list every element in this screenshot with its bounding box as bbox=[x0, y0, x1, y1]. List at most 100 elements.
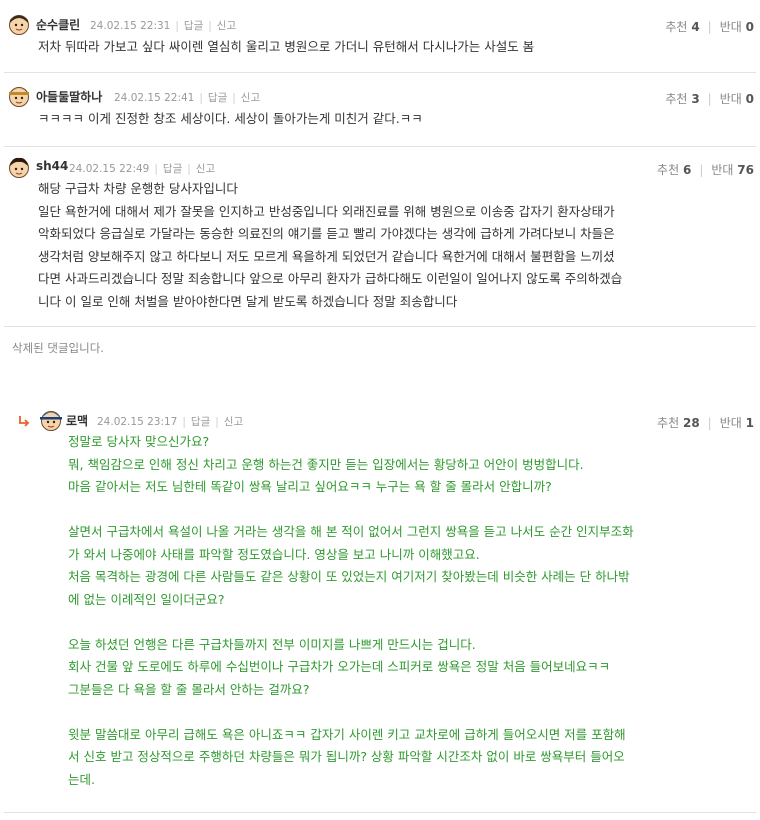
author-name[interactable]: 아들둘딸하나 bbox=[36, 88, 102, 105]
deleted-comment-notice: 삭제된 댓글입니다. bbox=[12, 341, 104, 355]
comment-line: 일단 욕한거에 대해서 제가 잘못을 인지하고 반성중입니다 외래진료를 위해 … bbox=[38, 203, 615, 219]
downvote-count: 1 bbox=[745, 416, 754, 430]
downvote-count: 76 bbox=[737, 163, 754, 177]
comment-line: 처음 목격하는 광경에 다른 사람들도 같은 상황이 또 있었는지 여기저기 찾… bbox=[68, 569, 630, 584]
comment-meta: 24.02.15 22:49 | 답글 | 신고 bbox=[69, 161, 215, 176]
meta-divider: | bbox=[215, 415, 219, 428]
comment-divider bbox=[4, 72, 756, 73]
comment-divider bbox=[4, 812, 756, 813]
reply-link[interactable]: 답글 bbox=[191, 414, 210, 429]
author-name[interactable]: 로맥 bbox=[66, 412, 88, 429]
vote-box: 추천 28 | 반대 1 bbox=[657, 414, 754, 431]
comment-line: 는데. bbox=[68, 771, 95, 787]
vote-box: 추천 3 | 반대 0 bbox=[665, 90, 754, 107]
comment-line: 마음 같아서는 저도 님한테 똑같이 쌍욕 날리고 싶어요ㅋㅋ 누구는 욕 할 … bbox=[68, 479, 552, 494]
report-link[interactable]: 신고 bbox=[196, 161, 215, 176]
author-name[interactable]: sh44 bbox=[36, 159, 68, 173]
vote-divider: | bbox=[707, 19, 712, 34]
comment-meta: 24.02.15 22:31 | 답글 | 신고 bbox=[90, 18, 236, 33]
comment-body: 해당 구급차 차량 운행한 당사자입니다 일단 욕한거에 대해서 제가 잘못을 … bbox=[38, 178, 622, 313]
comment-date: 24.02.15 22:31 bbox=[90, 19, 171, 32]
upvote-label: 추천 bbox=[665, 20, 688, 34]
meta-divider: | bbox=[187, 162, 191, 175]
meta-divider: | bbox=[154, 162, 158, 175]
vote-divider: | bbox=[699, 162, 704, 177]
comment-meta: 24.02.15 22:41 | 답글 | 신고 bbox=[114, 90, 260, 105]
comment-line: 가 와서 나중에야 사태를 파악할 정도였습니다. 영상을 보고 나니까 이해했… bbox=[68, 546, 480, 562]
upvote-button[interactable]: 추천 3 bbox=[665, 90, 699, 107]
comment-date: 24.02.15 22:41 bbox=[114, 91, 195, 104]
downvote-count: 0 bbox=[745, 20, 754, 34]
comment-divider bbox=[4, 146, 756, 147]
avatar[interactable] bbox=[8, 13, 30, 35]
meta-divider: | bbox=[232, 91, 236, 104]
downvote-label: 반대 bbox=[719, 416, 742, 430]
upvote-button[interactable]: 추천 28 bbox=[657, 414, 700, 431]
comment-date: 24.02.15 22:49 bbox=[69, 162, 150, 175]
comment-line: 생각처럼 양보해주지 않고 하다보니 저도 모르게 욕을하게 되었던거 같습니다… bbox=[38, 248, 615, 264]
upvote-count: 6 bbox=[682, 163, 692, 177]
comment-body: ㅋㅋㅋㅋ 이게 진정한 창조 세상이다. 세상이 돌아가는게 미친거 같다.ㅋㅋ bbox=[38, 108, 423, 131]
vote-divider: | bbox=[707, 415, 712, 430]
comment-line: 해당 구급차 차량 운행한 당사자입니다 bbox=[38, 181, 238, 196]
avatar[interactable] bbox=[8, 85, 30, 107]
comment-line: 다면 사과드리겠습니다 정말 죄송합니다 앞으로 아무리 환자가 급하다해도 이… bbox=[38, 271, 623, 286]
comment-body: 정말로 당사자 맞으신가요? 뭐, 책임감으로 인해 정신 차리고 운행 하는건… bbox=[68, 431, 634, 791]
report-link[interactable]: 신고 bbox=[241, 90, 260, 105]
comment-line: ㅋㅋㅋㅋ 이게 진정한 창조 세상이다. 세상이 돌아가는게 미친거 같다.ㅋㅋ bbox=[38, 111, 423, 126]
upvote-label: 추천 bbox=[657, 163, 680, 177]
upvote-count: 4 bbox=[691, 20, 700, 34]
comment-item: 순수클린 24.02.15 22:31 | 답글 | 신고 추천 4 | 반대 … bbox=[0, 0, 760, 70]
upvote-count: 28 bbox=[682, 416, 700, 430]
vote-box: 추천 4 | 반대 0 bbox=[665, 18, 754, 35]
reply-link[interactable]: 답글 bbox=[208, 90, 227, 105]
vote-divider: | bbox=[707, 91, 712, 106]
comment-item: sh44 24.02.15 22:49 | 답글 | 신고 추천 6 | 반대 … bbox=[0, 148, 760, 324]
comment-line: 뭐, 책임감으로 인해 정신 차리고 운행 하는건 좋지만 듣는 입장에서는 황… bbox=[68, 456, 584, 472]
reply-comment-item: 로맥 24.02.15 23:17 | 답글 | 신고 추천 28 | 반대 1… bbox=[0, 400, 760, 810]
report-link[interactable]: 신고 bbox=[217, 18, 236, 33]
comment-meta: 24.02.15 23:17 | 답글 | 신고 bbox=[97, 414, 243, 429]
comment-line: 악화되었다 응급실로 가달라는 동승한 의료진의 얘기를 듣고 빨리 가야겠다는… bbox=[38, 226, 615, 241]
downvote-label: 반대 bbox=[719, 92, 742, 106]
avatar[interactable] bbox=[8, 156, 30, 178]
avatar[interactable] bbox=[40, 409, 62, 431]
downvote-count: 0 bbox=[745, 92, 754, 106]
comment-line: 회사 건물 앞 도로에도 하루에 수십번이나 구급차가 오가는데 스피커로 쌍욕… bbox=[68, 659, 611, 674]
vote-box: 추천 6 | 반대 76 bbox=[657, 161, 754, 178]
comment-line: 에 없는 이례적인 일이더군요? bbox=[68, 591, 225, 607]
downvote-button[interactable]: 반대 0 bbox=[720, 18, 754, 35]
comment-line: 니다 이 일로 인해 처벌을 받아야한다면 달게 받도록 하겠습니다 정말 죄송… bbox=[38, 293, 458, 309]
meta-divider: | bbox=[175, 19, 179, 32]
reply-arrow-icon bbox=[19, 416, 30, 427]
comment-item: 아들둘딸하나 24.02.15 22:41 | 답글 | 신고 추천 3 | 반… bbox=[0, 74, 760, 144]
downvote-label: 반대 bbox=[719, 20, 742, 34]
comment-divider bbox=[4, 326, 756, 327]
downvote-button[interactable]: 반대 0 bbox=[720, 90, 754, 107]
downvote-button[interactable]: 반대 1 bbox=[720, 414, 754, 431]
downvote-label: 반대 bbox=[711, 163, 734, 177]
comment-line: 저차 뒤따라 가보고 싶다 싸이렌 열심히 울리고 병원으로 가더니 유턴해서 … bbox=[38, 39, 535, 54]
comment-date: 24.02.15 23:17 bbox=[97, 415, 178, 428]
comment-body: 저차 뒤따라 가보고 싶다 싸이렌 열심히 울리고 병원으로 가더니 유턴해서 … bbox=[38, 36, 534, 59]
upvote-label: 추천 bbox=[665, 92, 688, 106]
downvote-button[interactable]: 반대 76 bbox=[711, 161, 754, 178]
comment-line: 정말로 당사자 맞으신가요? bbox=[68, 434, 210, 449]
upvote-button[interactable]: 추천 4 bbox=[665, 18, 699, 35]
reply-link[interactable]: 답글 bbox=[184, 18, 203, 33]
comment-line: 그분들은 다 욕을 할 줄 몰라서 안하는 걸까요? bbox=[68, 681, 310, 697]
report-link[interactable]: 신고 bbox=[224, 414, 243, 429]
author-name[interactable]: 순수클린 bbox=[36, 16, 80, 33]
comment-line: 서 신호 받고 정상적으로 주행하던 차량들은 뭐가 됩니까? 상황 파악할 시… bbox=[68, 749, 625, 764]
upvote-button[interactable]: 추천 6 bbox=[657, 161, 691, 178]
meta-divider: | bbox=[208, 19, 212, 32]
comment-line: 오늘 하셨던 언행은 다른 구급차들까지 전부 이미지를 나쁘게 만드시는 겁니… bbox=[68, 636, 476, 652]
meta-divider: | bbox=[199, 91, 203, 104]
meta-divider: | bbox=[182, 415, 186, 428]
reply-link[interactable]: 답글 bbox=[163, 161, 182, 176]
comment-line: 살면서 구급차에서 욕설이 나올 거라는 생각을 해 본 적이 없어서 그런지 … bbox=[68, 524, 634, 539]
comment-line: 윗분 말씀대로 아무리 급해도 욕은 아니죠ㅋㅋ 갑자기 사이렌 키고 교차로에… bbox=[68, 726, 626, 742]
